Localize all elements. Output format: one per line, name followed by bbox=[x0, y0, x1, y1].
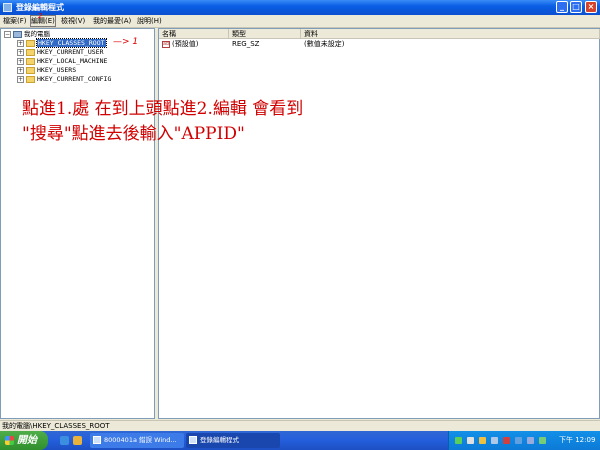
security-icon[interactable] bbox=[479, 437, 486, 444]
column-header-data[interactable]: 資料 bbox=[301, 29, 600, 39]
start-button[interactable]: 開始 bbox=[0, 431, 48, 450]
tree-item-hkey-local-machine[interactable]: + HKEY_LOCAL_MACHINE bbox=[17, 57, 107, 66]
status-bar: 我的電腦\HKEY_CLASSES_ROOT bbox=[0, 420, 600, 431]
folder-icon bbox=[26, 66, 35, 74]
expand-icon[interactable]: + bbox=[17, 57, 24, 65]
registry-tree-pane[interactable]: − 我的電腦 + HKEY_CLASSES_ROOT + HKEY_CURRENT_U… bbox=[0, 28, 155, 419]
computer-icon bbox=[13, 30, 22, 38]
maximize-button[interactable]: □ bbox=[570, 1, 582, 13]
taskbar: 開始 8000401a 錯誤 Wind... 登錄編輯程式 下午 12:09 bbox=[0, 431, 600, 450]
value-row-name[interactable]: ab (預設值) bbox=[162, 40, 198, 49]
minimize-button[interactable]: _ bbox=[556, 1, 568, 13]
folder-icon bbox=[26, 48, 35, 56]
column-header-name[interactable]: 名稱 bbox=[159, 29, 229, 39]
menu-bar: 檔案(F) 編輯(E) 檢視(V) 我的最愛(A) 說明(H) 2 bbox=[0, 12, 600, 28]
display-icon[interactable] bbox=[527, 437, 534, 444]
registry-values-pane[interactable]: 名稱 類型 資料 ab (預設值) REG_SZ (數值未設定) bbox=[158, 28, 600, 419]
folder-icon bbox=[26, 39, 35, 47]
menu-help[interactable]: 說明(H) bbox=[137, 16, 162, 26]
close-button[interactable]: × bbox=[585, 1, 597, 13]
tree-root-my-computer[interactable]: − 我的電腦 bbox=[4, 30, 50, 39]
annotation-line-2: "搜尋"點進去後輸入"APPID" bbox=[22, 124, 245, 144]
menu-file[interactable]: 檔案(F) bbox=[3, 16, 27, 26]
messenger-icon[interactable] bbox=[515, 437, 522, 444]
windows-logo-icon bbox=[5, 436, 14, 445]
taskbar-task-registry-editor[interactable]: 登錄編輯程式 bbox=[186, 433, 280, 448]
registry-app-icon bbox=[3, 3, 12, 12]
folder-icon bbox=[26, 75, 35, 83]
taskbar-task-error-page[interactable]: 8000401a 錯誤 Wind... bbox=[90, 433, 184, 448]
column-header-type[interactable]: 類型 bbox=[229, 29, 301, 39]
internet-explorer-icon[interactable] bbox=[60, 436, 69, 445]
annotation-line-1: 點進1.處 在到上頭點進2.編輯 會看到 bbox=[22, 99, 304, 119]
tree-item-hkey-current-config[interactable]: + HKEY_CURRENT_CONFIG bbox=[17, 75, 111, 84]
expand-icon[interactable]: + bbox=[17, 75, 24, 83]
safely-remove-icon[interactable] bbox=[467, 437, 474, 444]
media-player-icon[interactable] bbox=[73, 436, 82, 445]
network-icon[interactable] bbox=[455, 437, 462, 444]
tree-item-hkey-classes-root[interactable]: + HKEY_CLASSES_ROOT bbox=[17, 38, 107, 48]
value-row-data: (數值未設定) bbox=[304, 40, 345, 48]
value-row-type: REG_SZ bbox=[232, 40, 260, 48]
expand-icon[interactable]: + bbox=[17, 66, 24, 74]
window-icon bbox=[93, 436, 101, 444]
expand-icon[interactable]: + bbox=[17, 48, 24, 56]
tree-item-hkey-current-user[interactable]: + HKEY_CURRENT_USER bbox=[17, 48, 104, 57]
registry-app-icon bbox=[189, 436, 197, 444]
collapse-icon[interactable]: − bbox=[4, 30, 11, 38]
title-bar[interactable]: 登錄編輯程式 _ □ × bbox=[0, 0, 600, 15]
menu-view[interactable]: 檢視(V) bbox=[61, 16, 85, 26]
annotation-marker-2: 2 bbox=[38, 12, 43, 20]
system-clock[interactable]: 下午 12:09 bbox=[559, 431, 595, 450]
tree-item-hkey-users[interactable]: + HKEY_USERS bbox=[17, 66, 76, 75]
volume-icon[interactable] bbox=[491, 437, 498, 444]
menu-edit[interactable]: 編輯(E) bbox=[30, 15, 56, 27]
folder-icon bbox=[26, 57, 35, 65]
antivirus-icon[interactable] bbox=[503, 437, 510, 444]
string-value-icon: ab bbox=[162, 40, 170, 48]
annotation-marker-1: —> 1 bbox=[113, 37, 139, 47]
expand-icon[interactable]: + bbox=[17, 39, 24, 47]
update-icon[interactable] bbox=[539, 437, 546, 444]
menu-favorites[interactable]: 我的最愛(A) bbox=[93, 16, 131, 26]
